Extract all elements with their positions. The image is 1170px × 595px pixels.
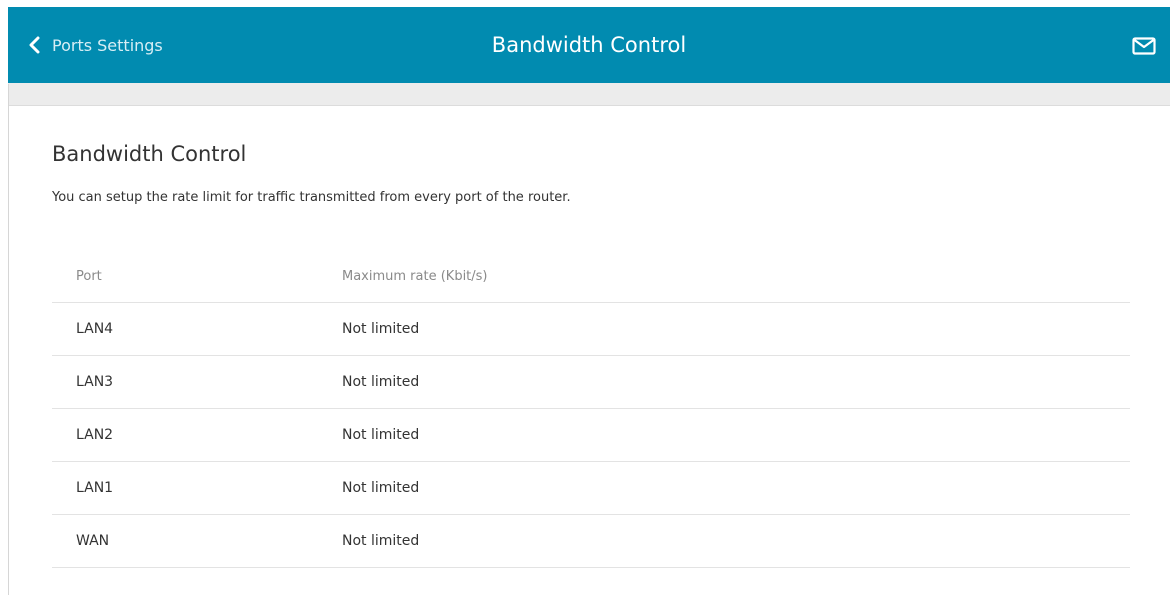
rate-cell: Not limited [342,427,420,443]
table-row[interactable]: LAN4 Not limited [52,303,1130,356]
subheader-bar [8,83,1170,106]
port-cell: LAN3 [76,374,114,390]
column-header-max-rate: Maximum rate (Kbit/s) [342,268,488,284]
section-title: Bandwidth Control [52,142,247,166]
content-left-border [8,84,9,595]
mail-icon [1132,37,1156,59]
port-cell: LAN2 [76,427,114,443]
rate-cell: Not limited [342,374,420,390]
notifications-button[interactable] [1132,37,1156,59]
table-row[interactable]: WAN Not limited [52,515,1130,568]
table-header: Port Maximum rate (Kbit/s) [52,250,1130,303]
top-bar: Ports Settings Bandwidth Control [8,7,1170,83]
column-header-port: Port [76,268,102,284]
port-cell: LAN1 [76,480,114,496]
page-title: Bandwidth Control [491,33,687,57]
section-description: You can setup the rate limit for traffic… [52,190,571,205]
rate-cell: Not limited [342,321,420,337]
port-cell: WAN [76,533,110,549]
table-row[interactable]: LAN3 Not limited [52,356,1130,409]
app-frame: Ports Settings Bandwidth Control Bandwid… [0,0,1170,595]
rate-cell: Not limited [342,533,420,549]
table-row[interactable]: LAN1 Not limited [52,462,1130,515]
port-cell: LAN4 [76,321,114,337]
rate-cell: Not limited [342,480,420,496]
bandwidth-table: Port Maximum rate (Kbit/s) LAN4 Not limi… [52,250,1130,568]
table-row[interactable]: LAN2 Not limited [52,409,1130,462]
